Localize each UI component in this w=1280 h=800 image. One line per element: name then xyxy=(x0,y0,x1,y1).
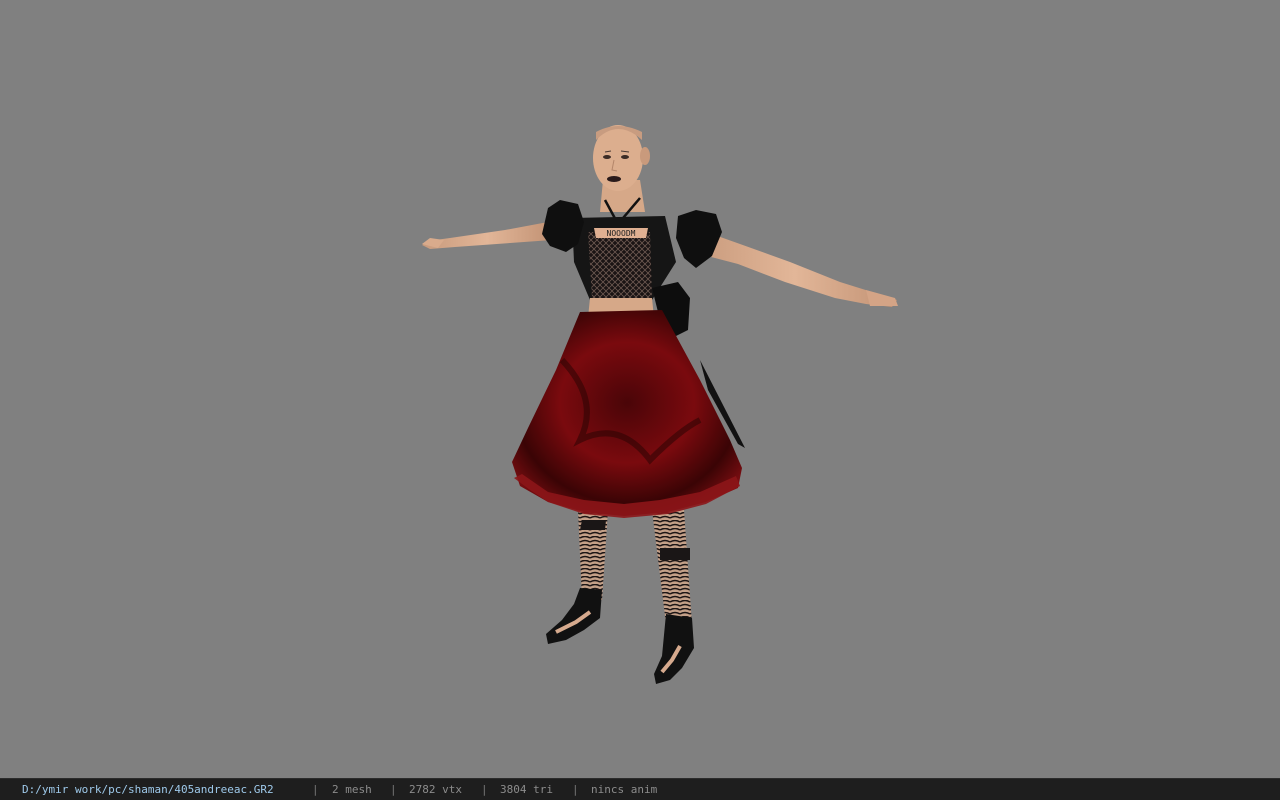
status-separator: | xyxy=(481,783,488,796)
status-bar: D:/ymir work/pc/shaman/405andreeac.GR2 |… xyxy=(0,778,1280,800)
head xyxy=(593,125,650,191)
right-arm xyxy=(692,228,898,307)
chest-inscription: NOOODM xyxy=(607,229,636,238)
triangle-count: 3804 tri xyxy=(500,783,553,796)
right-sleeve xyxy=(676,210,722,268)
file-path: D:/ymir work/pc/shaman/405andreeac.GR2 xyxy=(22,783,274,796)
skirt xyxy=(512,310,745,518)
3d-viewport[interactable]: NOOODM xyxy=(0,0,1280,778)
vertex-count: 2782 vtx xyxy=(409,783,462,796)
status-separator: | xyxy=(390,783,397,796)
status-separator: | xyxy=(572,783,579,796)
mesh-count: 2 mesh xyxy=(332,783,372,796)
model-canvas: NOOODM xyxy=(422,125,898,684)
animation-status: nincs anim xyxy=(591,783,658,796)
status-separator: | xyxy=(312,783,319,796)
left-arm xyxy=(422,222,552,249)
